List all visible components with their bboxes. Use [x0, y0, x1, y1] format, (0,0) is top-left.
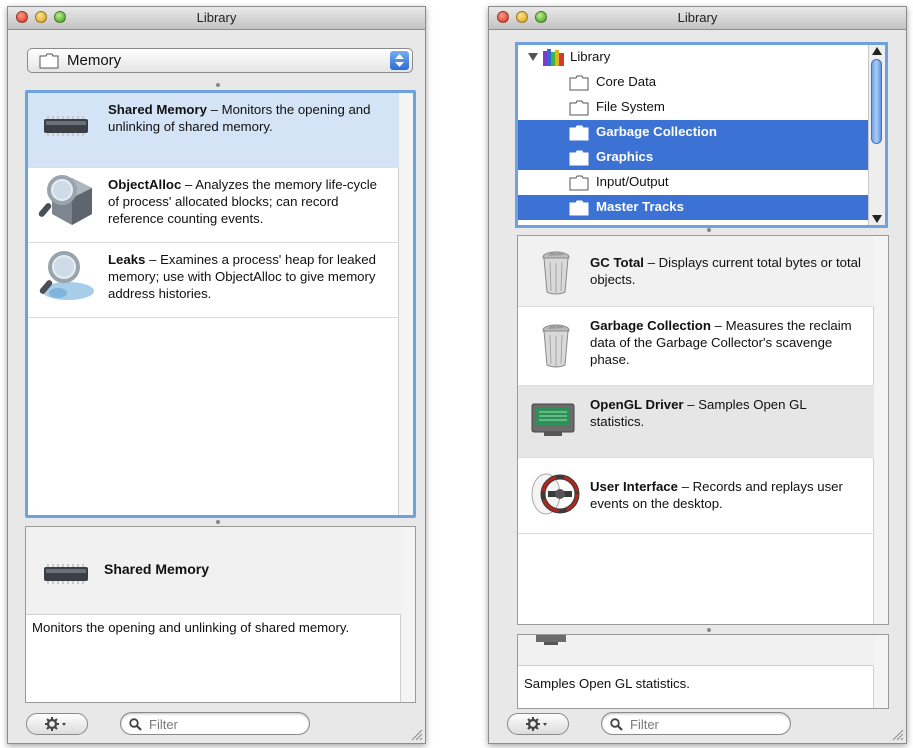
list-item[interactable]: Garbage Collection – Measures the reclai… — [518, 307, 874, 386]
detail-description: Samples Open GL statistics. — [524, 676, 690, 691]
instrument-name: User Interface — [590, 479, 678, 494]
detail-description: Monitors the opening and unlinking of sh… — [32, 620, 350, 635]
scrollbar[interactable] — [868, 45, 885, 225]
folder-icon — [569, 125, 589, 141]
chip-icon — [44, 116, 88, 136]
category-popup-label: Memory — [67, 52, 122, 69]
scrollbar[interactable] — [398, 93, 413, 515]
scrollbar[interactable] — [400, 527, 415, 702]
tree-label: Library — [570, 49, 611, 64]
bottom-bar — [489, 707, 906, 743]
popup-arrows-icon — [390, 51, 409, 70]
folder-icon — [569, 75, 589, 91]
scrollbar[interactable] — [873, 236, 888, 624]
library-window-memory: Library Memory Shared Memory – Monitors … — [7, 6, 426, 744]
disclosure-triangle-icon[interactable] — [528, 53, 538, 62]
filter-input[interactable] — [628, 715, 782, 734]
tree-item-garbage-collection[interactable]: Garbage Collection — [518, 120, 868, 145]
folder-icon — [569, 175, 589, 191]
tree-item-file-system[interactable]: File System — [518, 95, 868, 120]
folder-icon — [569, 100, 589, 116]
filter-input[interactable] — [147, 715, 301, 734]
chip-icon — [44, 564, 88, 584]
split-handle[interactable] — [216, 83, 220, 87]
split-handle[interactable] — [707, 628, 711, 632]
folder-icon — [569, 150, 589, 166]
instrument-name: ObjectAlloc — [108, 177, 182, 192]
instrument-list[interactable]: Shared Memory – Monitors the opening and… — [25, 90, 416, 518]
magnifier-leak-icon — [39, 251, 94, 300]
resize-grip-icon[interactable] — [892, 729, 904, 741]
scroll-up-arrow-icon[interactable] — [872, 47, 882, 55]
mouse-wheel-icon — [531, 473, 580, 515]
tree-label: Master Tracks — [596, 199, 684, 214]
scrollbar[interactable] — [873, 635, 888, 708]
tree-item-library[interactable]: Library — [518, 45, 868, 70]
window-title: Library — [677, 10, 718, 25]
magnifier-cube-icon — [38, 175, 92, 225]
detail-pane: Samples Open GL statistics. — [517, 634, 889, 709]
trash-can-icon — [542, 251, 570, 295]
tree-label: File System — [596, 99, 665, 114]
instrument-name: Leaks — [108, 252, 146, 267]
list-item[interactable]: ObjectAlloc – Analyzes the memory life-c… — [28, 168, 399, 243]
tree-label: Garbage Collection — [596, 124, 717, 139]
instrument-name: OpenGL Driver — [590, 397, 684, 412]
library-books-icon — [543, 49, 564, 66]
tree-label: Core Data — [596, 74, 657, 89]
split-handle[interactable] — [707, 228, 711, 232]
window-title: Library — [196, 10, 237, 25]
filter-field[interactable] — [601, 712, 791, 735]
instrument-name: Shared Memory — [108, 102, 207, 117]
list-item[interactable]: GC Total – Displays current total bytes … — [518, 236, 874, 307]
list-item[interactable]: Shared Memory – Monitors the opening and… — [28, 93, 399, 168]
tree-label: Input/Output — [596, 174, 669, 189]
tree-item-master-tracks[interactable]: Master Tracks — [518, 195, 868, 220]
category-popup[interactable]: Memory — [27, 48, 413, 73]
scroll-thumb[interactable] — [871, 59, 882, 144]
instrument-description: – Examines a process' heap for leaked me… — [108, 252, 376, 301]
tree-item-core-data[interactable]: Core Data — [518, 70, 868, 95]
detail-title: Shared Memory — [104, 561, 210, 577]
gear-icon — [526, 717, 547, 731]
action-menu-button[interactable] — [26, 713, 88, 735]
tree-item-input-output[interactable]: Input/Output — [518, 170, 868, 195]
list-item[interactable]: Leaks – Examines a process' heap for lea… — [28, 243, 399, 318]
filter-field[interactable] — [120, 712, 310, 735]
scroll-down-arrow-icon[interactable] — [872, 215, 882, 223]
instrument-name: Garbage Collection — [590, 318, 711, 333]
title-bar[interactable]: Library — [489, 7, 906, 30]
gear-icon — [45, 717, 66, 731]
action-menu-button[interactable] — [507, 713, 569, 735]
group-tree[interactable]: Library Core Data File System Garbage Co… — [515, 42, 888, 228]
instrument-list[interactable]: GC Total – Displays current total bytes … — [517, 235, 889, 625]
search-icon — [610, 718, 623, 731]
library-window-groups: Library Library Core Data File System Ga… — [488, 6, 907, 744]
tree-label: Graphics — [596, 149, 654, 164]
tree-item-graphics[interactable]: Graphics — [518, 145, 868, 170]
list-item[interactable]: User Interface – Records and replays use… — [518, 458, 874, 534]
folder-icon — [39, 53, 59, 69]
list-item[interactable]: OpenGL Driver – Samples Open GL statisti… — [518, 386, 874, 458]
folder-icon — [569, 200, 589, 216]
bottom-bar — [8, 707, 425, 743]
graphics-card-icon — [536, 635, 566, 645]
search-icon — [129, 718, 142, 731]
trash-can-icon — [542, 324, 570, 368]
graphics-card-icon — [531, 403, 575, 436]
resize-grip-icon[interactable] — [411, 729, 423, 741]
instrument-name: GC Total — [590, 255, 644, 270]
title-bar[interactable]: Library — [8, 7, 425, 30]
detail-pane: Shared Memory Monitors the opening and u… — [25, 526, 416, 703]
split-handle[interactable] — [216, 520, 220, 524]
